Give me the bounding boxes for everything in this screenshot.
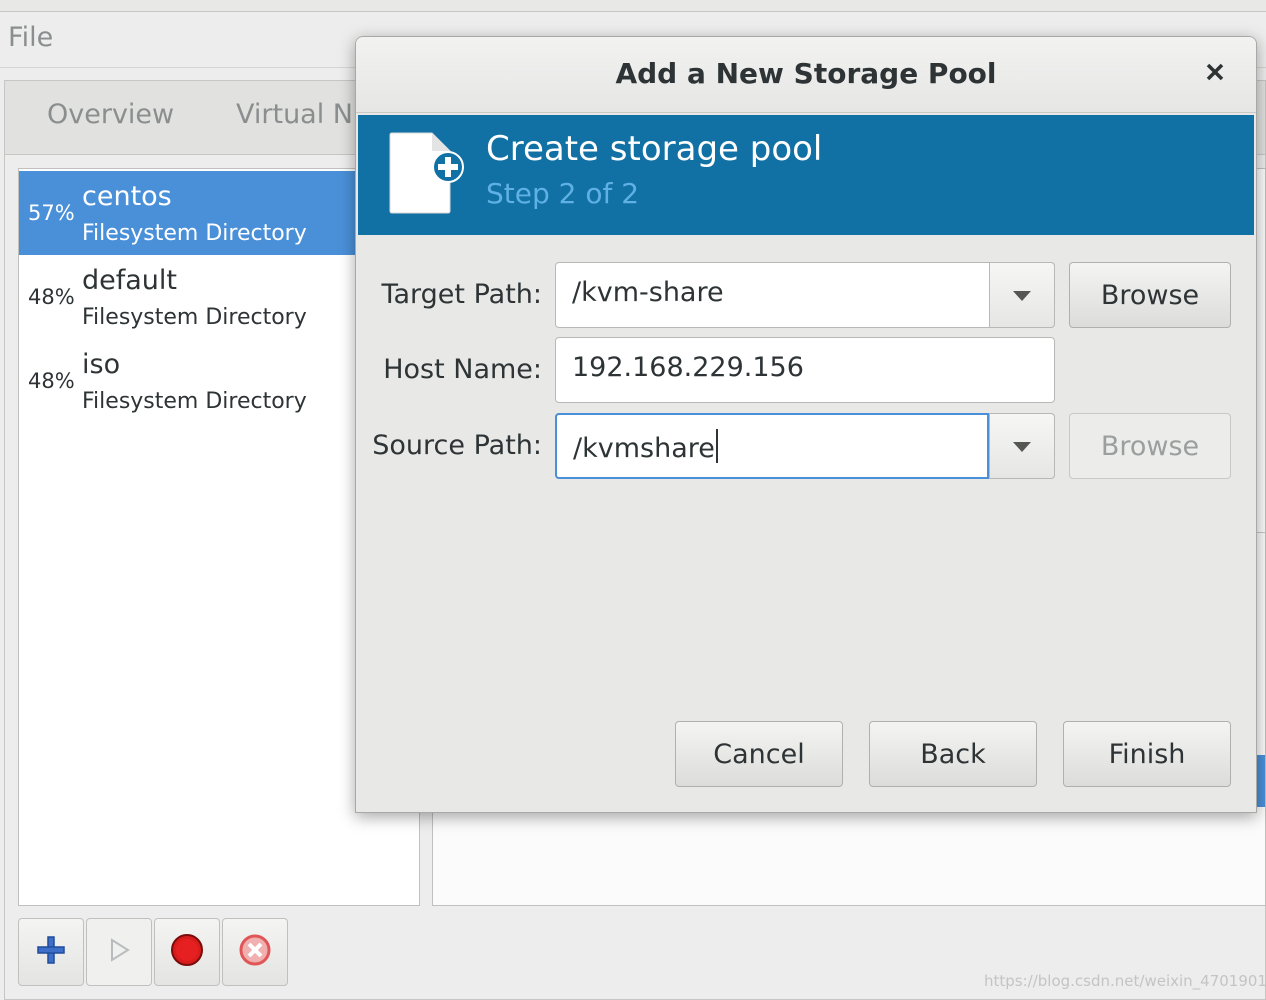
pool-usage-percent: 48% — [28, 369, 75, 393]
tab-overview[interactable]: Overview — [47, 99, 174, 130]
window-top-border — [0, 0, 1266, 12]
host-name-input[interactable]: 192.168.229.156 — [572, 352, 804, 383]
host-name-label: Host Name: — [383, 354, 542, 385]
back-button[interactable]: Back — [869, 721, 1037, 787]
add-pool-button[interactable] — [18, 918, 84, 986]
source-path-combo[interactable]: /kvmshare — [555, 413, 1055, 479]
pool-name: iso — [82, 349, 121, 380]
target-path-label: Target Path: — [381, 279, 542, 310]
pool-name: default — [82, 265, 178, 296]
wizard-header: Create storage pool Step 2 of 2 — [358, 115, 1254, 235]
wizard-step: Step 2 of 2 — [486, 177, 640, 210]
pool-usage-percent: 57% — [28, 201, 75, 225]
pool-name: centos — [82, 181, 172, 212]
pool-usage-percent: 48% — [28, 285, 75, 309]
target-path-combo[interactable]: /kvm-share — [555, 262, 1055, 328]
target-path-browse-button[interactable]: Browse — [1069, 262, 1231, 328]
source-path-browse-button[interactable]: Browse — [1069, 413, 1231, 479]
new-document-icon — [388, 131, 464, 219]
source-path-input[interactable]: /kvmshare — [573, 429, 718, 464]
target-path-dropdown-button[interactable] — [989, 262, 1055, 328]
cancel-button[interactable]: Cancel — [675, 721, 843, 787]
pool-type: Filesystem Directory — [82, 389, 307, 414]
text-caret — [715, 429, 718, 463]
source-path-value: /kvmshare — [573, 433, 715, 464]
wizard-title: Create storage pool — [486, 129, 823, 169]
stop-pool-button[interactable] — [154, 918, 220, 986]
menu-file[interactable]: File — [8, 22, 53, 53]
pool-type: Filesystem Directory — [82, 305, 307, 330]
source-path-input-box[interactable]: /kvmshare — [555, 413, 989, 479]
source-path-dropdown-button[interactable] — [989, 413, 1055, 479]
finish-button[interactable]: Finish — [1063, 721, 1231, 787]
tab-virtual-networks[interactable]: Virtual N — [236, 99, 353, 130]
watermark: https://blog.csdn.net/weixin_47019016 — [984, 972, 1266, 990]
delete-pool-button[interactable] — [222, 918, 288, 986]
host-name-field[interactable]: 192.168.229.156 — [555, 337, 1055, 403]
source-path-label: Source Path: — [372, 430, 542, 461]
add-storage-pool-dialog: Add a New Storage Pool Create storage po… — [355, 36, 1257, 813]
dialog-titlebar[interactable]: Add a New Storage Pool — [356, 37, 1256, 113]
add-pool-icon — [36, 935, 66, 969]
target-path-input[interactable]: /kvm-share — [572, 277, 724, 308]
pool-type: Filesystem Directory — [82, 221, 307, 246]
start-pool-button[interactable] — [86, 918, 152, 986]
delete-pool-icon — [238, 933, 272, 971]
chevron-down-icon — [1013, 286, 1031, 305]
start-pool-icon — [106, 937, 132, 967]
chevron-down-icon — [1013, 437, 1031, 456]
close-button[interactable] — [1198, 57, 1232, 91]
stop-pool-icon — [170, 933, 204, 971]
dialog-title: Add a New Storage Pool — [615, 57, 997, 90]
close-icon — [1206, 63, 1224, 85]
